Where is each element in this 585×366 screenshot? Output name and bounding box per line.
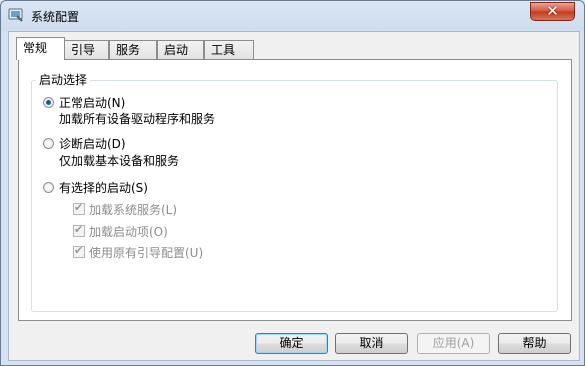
use-original-boot-config-label[interactable]: 使用原有引导配置(U) (89, 244, 203, 261)
tab-general[interactable]: 常规 (16, 37, 65, 60)
cancel-button[interactable]: 取消 (335, 333, 408, 354)
close-icon: ✕ (546, 2, 559, 20)
diagnostic-startup-description: 仅加载基本设备和服务 (59, 154, 180, 168)
use-original-boot-config-checkbox[interactable]: ✔ (73, 244, 85, 258)
tab-boot[interactable]: 引导 (64, 40, 109, 59)
load-startup-items-label[interactable]: 加载启动项(O) (89, 223, 168, 240)
selective-startup-radio[interactable] (43, 182, 54, 193)
normal-startup-radio[interactable] (43, 97, 54, 108)
ok-button[interactable]: 确定 (255, 333, 328, 354)
check-icon: ✔ (74, 244, 84, 257)
window-frame: 系统配置 ✕ 常规 引导 服务 启动 工具 启动选择 正常启动(N) 加载所有设… (0, 0, 585, 366)
load-system-services-checkbox[interactable]: ✔ (73, 201, 85, 215)
check-icon: ✔ (74, 223, 84, 236)
diagnostic-startup-label[interactable]: 诊断启动(D) (59, 135, 126, 152)
load-system-services-label[interactable]: 加载系统服务(L) (89, 201, 177, 218)
tab-tools[interactable]: 工具 (204, 40, 254, 59)
diagnostic-startup-radio[interactable] (43, 138, 54, 149)
normal-startup-description: 加载所有设备驱动程序和服务 (59, 112, 216, 126)
dialog-client: 常规 引导 服务 启动 工具 启动选择 正常启动(N) 加载所有设备驱动程序和服… (8, 31, 580, 361)
tab-panel-general: 启动选择 正常启动(N) 加载所有设备驱动程序和服务 诊断启动(D) 仅加载基本… (18, 59, 572, 321)
tab-services[interactable]: 服务 (109, 40, 157, 59)
tab-startup[interactable]: 启动 (157, 40, 204, 59)
msconfig-icon (8, 8, 23, 22)
close-button[interactable]: ✕ (530, 2, 575, 21)
window-title: 系统配置 (31, 10, 80, 24)
help-button[interactable]: 帮助 (498, 333, 571, 354)
normal-startup-label[interactable]: 正常启动(N) (59, 94, 125, 111)
check-icon: ✔ (74, 201, 84, 214)
group-label: 启动选择 (36, 71, 91, 88)
selective-startup-label[interactable]: 有选择的启动(S) (59, 179, 148, 196)
title-bar[interactable]: 系统配置 ✕ (1, 1, 585, 31)
load-startup-items-checkbox[interactable]: ✔ (73, 223, 85, 237)
apply-button[interactable]: 应用(A) (417, 333, 490, 354)
